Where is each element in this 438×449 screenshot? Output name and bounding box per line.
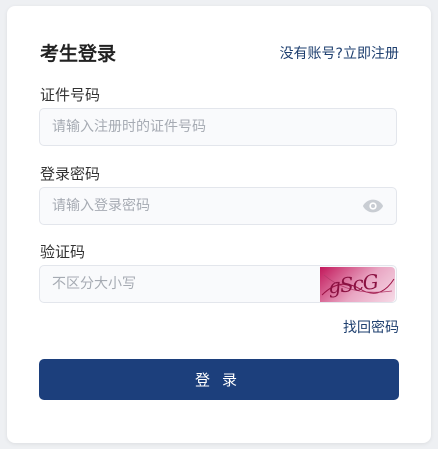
forgot-password-link[interactable]: 找回密码 xyxy=(343,317,399,337)
login-button[interactable]: 登录 xyxy=(39,359,399,400)
id-number-field-container xyxy=(39,108,397,146)
captcha-image[interactable]: gScG xyxy=(320,267,395,302)
password-label: 登录密码 xyxy=(40,165,101,183)
id-number-label: 证件号码 xyxy=(40,86,101,104)
password-input[interactable] xyxy=(40,188,396,224)
password-field-container xyxy=(39,187,397,225)
register-link[interactable]: 没有账号?立即注册 xyxy=(280,43,399,63)
captcha-input[interactable] xyxy=(40,266,320,302)
eye-icon[interactable] xyxy=(362,198,384,214)
page-title: 考生登录 xyxy=(40,43,117,65)
captcha-field-container: gScG xyxy=(39,265,397,303)
captcha-label: 验证码 xyxy=(40,243,86,261)
login-card: 考生登录 没有账号?立即注册 证件号码 登录密码 验证码 gScG 找回密码 登… xyxy=(7,6,431,443)
id-number-input[interactable] xyxy=(40,109,396,145)
